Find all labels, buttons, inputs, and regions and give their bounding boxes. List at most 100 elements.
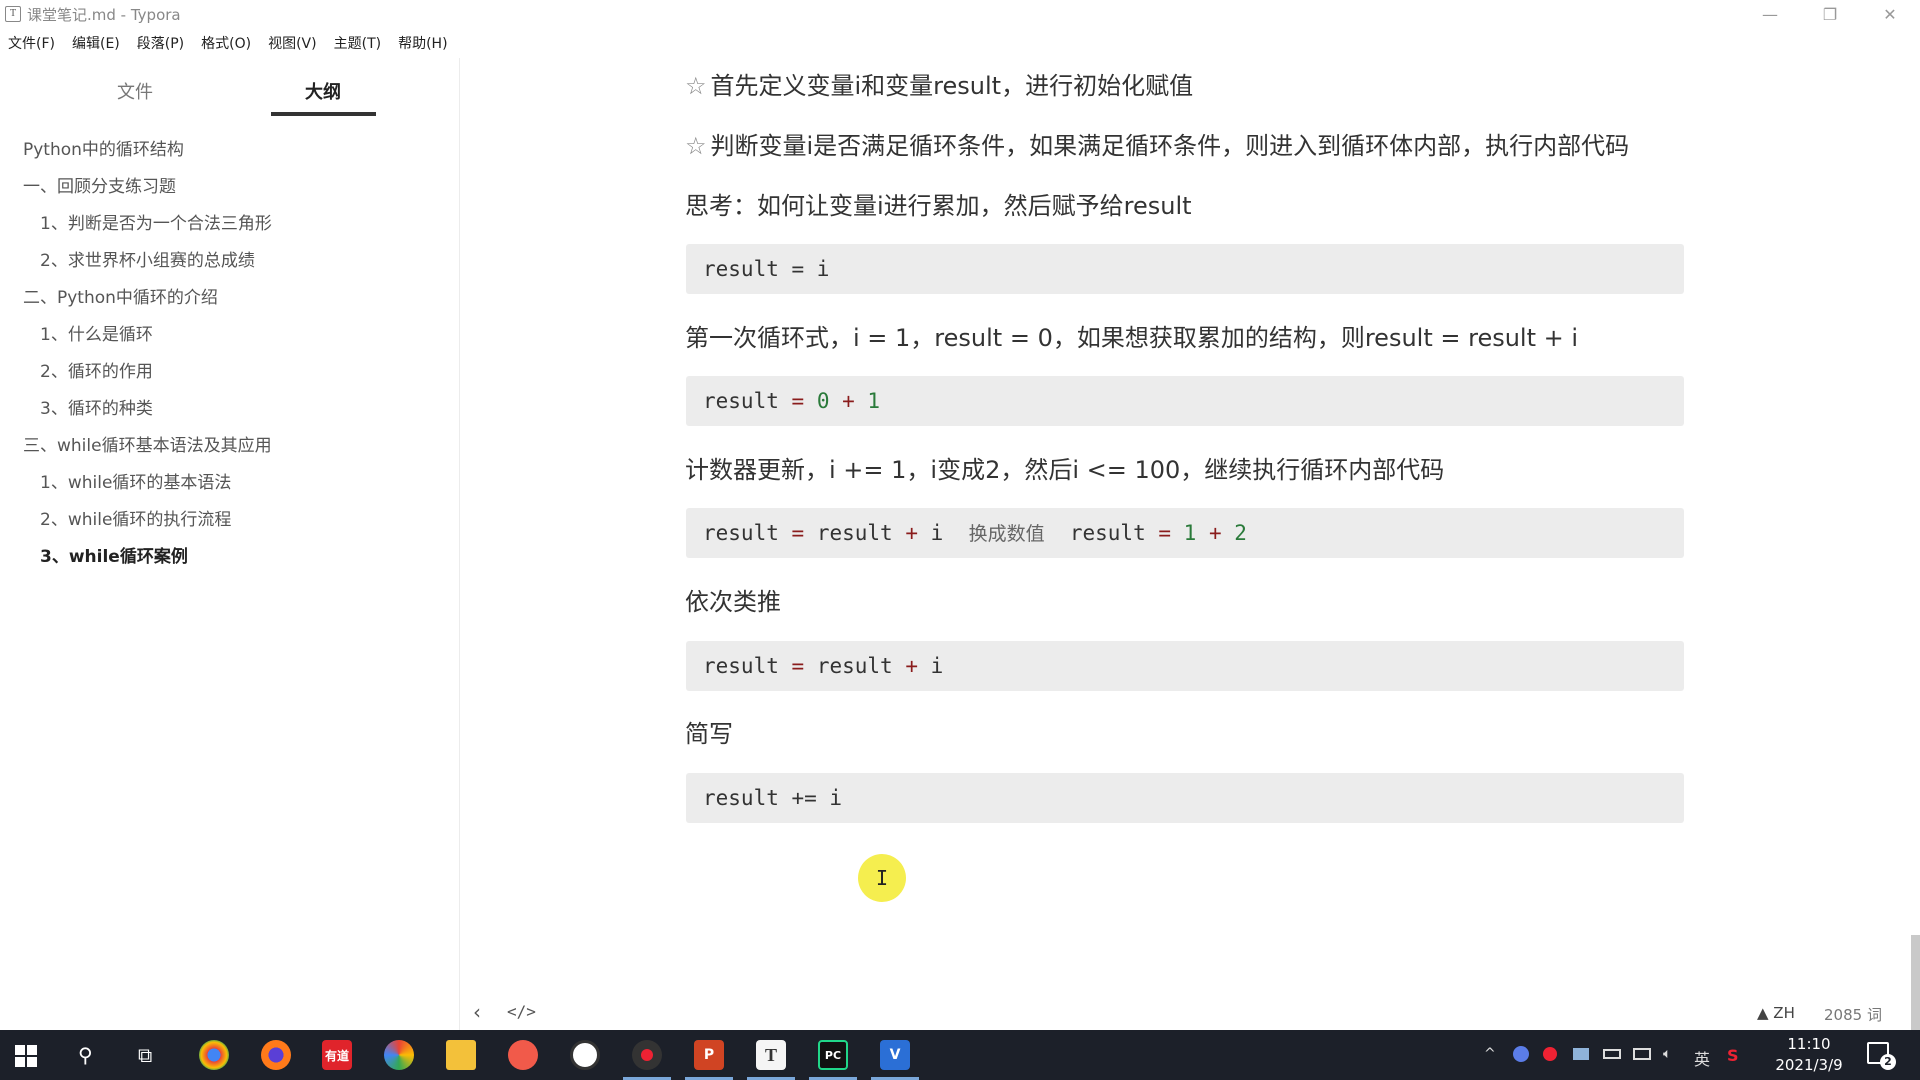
search-icon[interactable]: ⚲ (78, 1043, 93, 1067)
code-token: result (703, 389, 792, 413)
outline-list: Python中的循环结构 一、回顾分支练习题 1、判断是否为一个合法三角形 2、… (0, 132, 459, 576)
code-comment: 换成数值 (968, 523, 1045, 545)
tray-expand-icon[interactable]: ^ (1484, 1046, 1496, 1062)
task-view-icon[interactable]: ⧉ (138, 1043, 152, 1067)
code-operator: = (791, 521, 805, 545)
youdao-icon[interactable]: 有道 (322, 1040, 352, 1070)
file-explorer-icon[interactable] (446, 1040, 476, 1070)
recorder-app-icon[interactable] (508, 1040, 538, 1070)
volume-icon[interactable]: 🔈︎ (1663, 1046, 1671, 1062)
menu-theme[interactable]: 主题(T) (334, 33, 381, 53)
outline-item[interactable]: 1、什么是循环 (0, 317, 459, 354)
toggle-sidebar-button[interactable]: ‹ (473, 1000, 481, 1024)
paragraph-text: 首先定义变量i和变量result，进行初始化赋值 (710, 72, 1194, 100)
star-icon: ☆ (685, 132, 707, 160)
outline-item[interactable]: 2、循环的作用 (0, 354, 459, 391)
paragraph[interactable]: 计数器更新，i += 1，i变成2，然后i <= 100，继续执行循环内部代码 (685, 450, 1444, 485)
menu-paragraph[interactable]: 段落(P) (137, 33, 184, 53)
code-token: result (804, 521, 906, 545)
window-title: 课堂笔记.md - Typora (27, 5, 181, 24)
sidebar: 文件 大纲 Python中的循环结构 一、回顾分支练习题 1、判断是否为一个合法… (0, 58, 460, 1030)
menu-help[interactable]: 帮助(H) (398, 33, 447, 53)
clock-time: 11:10 (1787, 1035, 1831, 1053)
typora-app-icon: T (5, 6, 21, 22)
tray-app-icon[interactable] (1513, 1046, 1529, 1062)
battery-icon[interactable] (1603, 1049, 1621, 1059)
outline-item[interactable]: 2、求世界杯小组赛的总成绩 (0, 243, 459, 280)
windows-start-icon[interactable] (15, 1045, 37, 1067)
menu-file[interactable]: 文件(F) (8, 33, 55, 53)
editor-area[interactable]: ☆ 首先定义变量i和变量result，进行初始化赋值 ☆ 判断变量i是否满足循环条件… (460, 58, 1900, 1030)
powerpoint-icon[interactable]: P (694, 1040, 724, 1070)
code-operator: + (829, 389, 855, 413)
code-token: result (703, 521, 792, 545)
code-block[interactable]: result += i (686, 773, 1684, 823)
pycharm-icon[interactable]: PC (818, 1040, 848, 1070)
code-token: result (703, 654, 792, 678)
text-cursor-icon: I (876, 866, 889, 890)
input-language-indicator[interactable]: 英 (1694, 1046, 1710, 1070)
tab-outline[interactable]: 大纲 (305, 78, 341, 104)
outline-item[interactable]: 二、Python中循环的介绍 (0, 280, 459, 317)
code-block[interactable]: result = result + i (686, 641, 1684, 691)
taskbar: ⚲ ⧉ 有道 P T PC V ^ 🔈︎ 英 S 11:10 2021/3/9 … (0, 1030, 1920, 1080)
code-token: result (1044, 521, 1159, 545)
outline-item[interactable]: 三、while循环基本语法及其应用 (0, 428, 459, 465)
code-operator: + (905, 654, 918, 678)
outline-item[interactable]: 1、while循环的基本语法 (0, 465, 459, 502)
system-clock[interactable]: 11:10 2021/3/9 (1774, 1034, 1844, 1076)
paragraph[interactable]: ☆ 首先定义变量i和变量result，进行初始化赋值 (685, 66, 1193, 101)
sidebar-tabs: 文件 大纲 (0, 58, 459, 120)
paragraph[interactable]: 简写 (685, 714, 733, 749)
outline-item[interactable]: 2、while循环的执行流程 (0, 502, 459, 539)
code-number: 1 (854, 389, 881, 413)
tray-record-icon[interactable] (1543, 1047, 1557, 1061)
typora-icon[interactable]: T (756, 1040, 786, 1070)
code-block[interactable]: result = result + i 换成数值 result = 1 + 2 (686, 508, 1684, 558)
clock-date: 2021/3/9 (1775, 1056, 1843, 1074)
code-token: i (917, 654, 944, 678)
minimize-button[interactable]: — (1740, 0, 1800, 28)
outline-item[interactable]: 3、循环的种类 (0, 391, 459, 428)
code-operator: = (1158, 521, 1172, 545)
paragraph[interactable]: ☆ 判断变量i是否满足循环条件，如果满足循环条件，则进入到循环体内部，执行内部代码 (685, 126, 1629, 161)
star-icon: ☆ (685, 72, 707, 100)
sogou-ime-icon[interactable]: S (1727, 1046, 1739, 1065)
vscode-icon[interactable]: V (880, 1040, 910, 1070)
close-button[interactable]: ✕ (1860, 0, 1920, 28)
active-tab-indicator (271, 112, 376, 116)
code-number: 2 (1221, 521, 1247, 545)
spellcheck-language-indicator[interactable]: ▲ ZH (1757, 1004, 1795, 1022)
restore-button[interactable]: ❐ (1800, 0, 1860, 28)
status-bar: ‹ </> ▲ ZH 2085 词 (460, 1000, 1920, 1030)
code-operator: + (1196, 521, 1222, 545)
paragraph-text: 判断变量i是否满足循环条件，如果满足循环条件，则进入到循环体内部，执行内部代码 (710, 132, 1630, 160)
source-code-mode-button[interactable]: </> (507, 1002, 536, 1021)
code-block[interactable]: result = i (686, 244, 1684, 294)
chromium-icon[interactable] (384, 1040, 414, 1070)
menu-view[interactable]: 视图(V) (268, 33, 317, 53)
outline-item-active[interactable]: 3、while循环案例 (0, 539, 459, 576)
menu-format[interactable]: 格式(O) (201, 33, 251, 53)
menu-bar: 文件(F) 编辑(E) 段落(P) 格式(O) 视图(V) 主题(T) 帮助(H… (0, 30, 465, 56)
tray-network-drive-icon[interactable] (1573, 1048, 1589, 1060)
outline-item[interactable]: 一、回顾分支练习题 (0, 169, 459, 206)
clock-app-icon[interactable] (570, 1040, 600, 1070)
tab-files[interactable]: 文件 (117, 78, 153, 104)
outline-item[interactable]: Python中的循环结构 (0, 132, 459, 169)
code-operator: = (791, 389, 805, 413)
paragraph[interactable]: 依次类推 (685, 582, 781, 617)
paragraph[interactable]: 第一次循环式，i = 1，result = 0，如果想获取累加的结构，则resu… (685, 318, 1578, 353)
code-token: i (917, 521, 969, 545)
firefox-icon[interactable] (261, 1040, 291, 1070)
code-block[interactable]: result = 0 + 1 (686, 376, 1684, 426)
code-operator: = (791, 654, 805, 678)
word-count[interactable]: 2085 词 (1824, 1004, 1882, 1025)
chrome-icon[interactable] (199, 1040, 229, 1070)
menu-edit[interactable]: 编辑(E) (72, 33, 120, 53)
network-icon[interactable] (1633, 1048, 1651, 1060)
screen-record-icon[interactable] (632, 1040, 662, 1070)
outline-item[interactable]: 1、判断是否为一个合法三角形 (0, 206, 459, 243)
code-number: 1 (1171, 521, 1197, 545)
paragraph[interactable]: 思考：如何让变量i进行累加，然后赋予给result (685, 186, 1192, 221)
